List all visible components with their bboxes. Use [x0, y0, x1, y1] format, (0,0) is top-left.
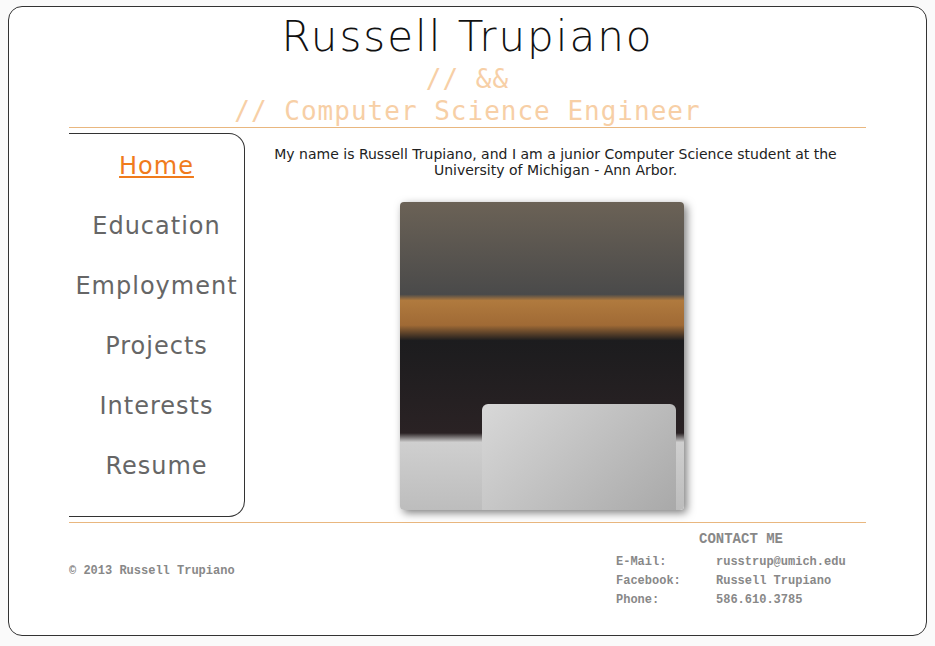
- nav-item[interactable]: Interests: [100, 392, 214, 452]
- nav-menu: HomeEducationEmploymentProjectsInterests…: [69, 133, 245, 517]
- site-footer: © 2013 Russell Trupiano CONTACT ME E-Mail:…: [69, 523, 866, 610]
- contact-value[interactable]: Russell Trupiano: [716, 572, 866, 591]
- subtitle-line: // Computer Science Engineer: [234, 95, 700, 127]
- contact-label: Facebook:: [616, 572, 716, 591]
- contact-heading: CONTACT ME: [616, 531, 866, 547]
- contact-label: Phone:: [616, 591, 716, 610]
- site-header: Russell Trupiano// &&// Computer Science…: [69, 7, 866, 128]
- contact-row: E-Mail:russtrup@umich.edu: [616, 553, 866, 572]
- contact-value[interactable]: russtrup@umich.edu: [716, 553, 866, 572]
- contact-row: Phone:586.610.3785: [616, 591, 866, 610]
- nav-item[interactable]: Projects: [105, 332, 208, 392]
- laptop-shape: [482, 404, 676, 510]
- site-title: Russell Trupiano: [282, 11, 654, 63]
- nav-item[interactable]: Education: [92, 212, 220, 272]
- intro-text: My name is Russell Trupiano, and I am a …: [261, 146, 851, 178]
- contact-block: CONTACT ME E-Mail:russtrup@umich.eduFaceb…: [616, 531, 866, 610]
- subtitle-line: // &&: [426, 63, 509, 95]
- nav-item[interactable]: Home: [119, 152, 194, 212]
- content-area: HomeEducationEmploymentProjectsInterests…: [69, 128, 866, 523]
- profile-photo: [400, 202, 684, 510]
- copyright: © 2013 Russell Trupiano: [69, 531, 235, 610]
- nav-item[interactable]: Employment: [75, 272, 237, 332]
- contact-value[interactable]: 586.610.3785: [716, 591, 866, 610]
- contact-label: E-Mail:: [616, 553, 716, 572]
- page-frame: Russell Trupiano// &&// Computer Science…: [8, 6, 927, 636]
- main-content: My name is Russell Trupiano, and I am a …: [245, 128, 866, 522]
- nav-item[interactable]: Resume: [105, 452, 207, 512]
- contact-row: Facebook:Russell Trupiano: [616, 572, 866, 591]
